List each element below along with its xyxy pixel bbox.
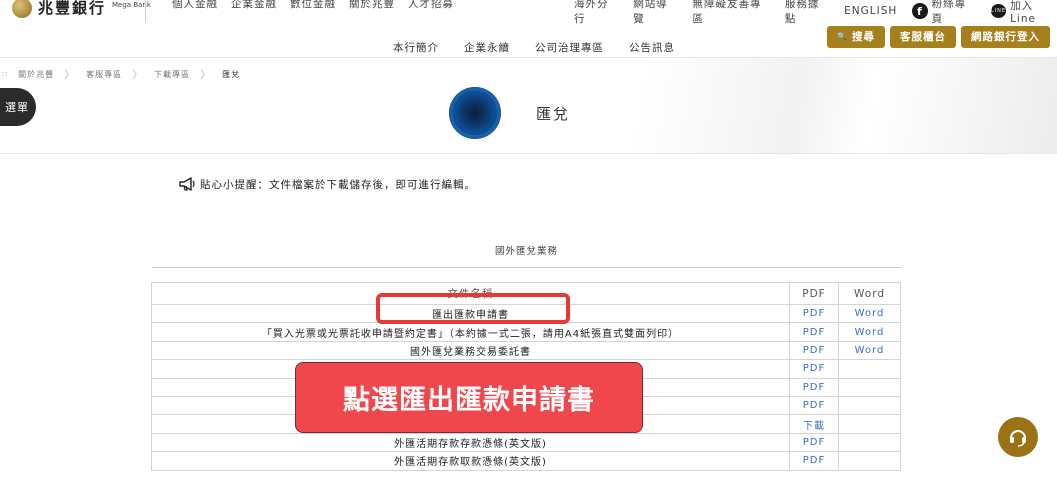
line-label: 加入Line — [1010, 0, 1036, 25]
word-download-link — [838, 414, 901, 434]
netbank-login-button[interactable]: 網路銀行登入 — [961, 26, 1050, 48]
megaphone-icon — [179, 177, 195, 191]
chevron-right-icon: 〉 — [200, 68, 213, 81]
top-nav-left: 個人金融 企業金融 數位金融 關於兆豐 人才招募 — [172, 0, 454, 11]
breadcrumb-current: 匯兌 — [222, 69, 241, 79]
document-name: 外匯活期存款存款憑條(英文版) — [151, 432, 790, 453]
chevron-right-icon: 〉 — [132, 68, 145, 81]
table-row: 外匯活期存款取款憑條(英文版) PDF — [151, 451, 901, 471]
nav-accessibility[interactable]: 無障礙友善專區 — [692, 0, 769, 26]
page-title: 匯兌 — [536, 105, 571, 123]
word-download-link[interactable]: Word — [838, 303, 901, 324]
header-buttons: 🔍 搜尋 客服櫃台 網路銀行登入 — [827, 26, 1050, 48]
word-download-link — [838, 395, 901, 416]
nav-sitemap[interactable]: 網站導覽 — [633, 0, 677, 26]
word-download-link — [838, 451, 901, 471]
pdf-download-link[interactable]: PDF — [789, 377, 839, 397]
word-download-link — [838, 432, 901, 453]
document-name: 外匯活期存款取款憑條(英文版) — [151, 451, 790, 471]
highlight-box — [376, 293, 570, 324]
nav-about[interactable]: 關於兆豐 — [349, 0, 395, 11]
instruction-callout: 點選匯出匯款申請書 — [295, 362, 643, 433]
nav-locations[interactable]: 服務據點 — [785, 0, 829, 26]
column-header-pdf: PDF — [789, 282, 839, 305]
search-icon: 🔍 — [837, 32, 848, 41]
nav-personal[interactable]: 個人金融 — [172, 0, 218, 11]
logo-text: 兆豐銀行 — [38, 0, 107, 17]
pdf-download-link[interactable]: PDF — [789, 303, 839, 324]
search-button[interactable]: 🔍 搜尋 — [827, 26, 885, 48]
headset-icon — [1010, 430, 1026, 447]
nav-digital[interactable]: 數位金融 — [290, 0, 336, 11]
subnav-sustainability[interactable]: 企業永續 — [464, 40, 510, 55]
document-name: 「買入光票或光票託收申請暨約定書」（本約據一式二張，請用A4紙張直式雙面列印） — [151, 322, 790, 342]
word-download-link[interactable]: Word — [838, 340, 901, 361]
pdf-download-link[interactable]: PDF — [789, 432, 839, 453]
nav-corporate[interactable]: 企業金融 — [231, 0, 277, 11]
chevron-right-icon: 〉 — [64, 68, 77, 81]
facebook-link[interactable]: f 粉絲專頁 — [912, 0, 975, 26]
tip-text: 貼心小提醒：文件檔案於下載儲存後，即可進行編輯。 — [200, 178, 476, 191]
customer-service-button[interactable]: 客服櫃台 — [890, 26, 956, 48]
subnav-intro[interactable]: 本行簡介 — [393, 40, 439, 55]
pdf-download-link[interactable]: PDF — [789, 359, 839, 379]
facebook-icon: f — [912, 3, 928, 19]
pdf-download-link[interactable]: PDF — [789, 451, 839, 471]
line-icon: LINE — [990, 4, 1007, 18]
divider — [145, 0, 146, 22]
subnav-announcements[interactable]: 公告訊息 — [629, 40, 675, 55]
table-row: 國外匯兌業務交易委託書 PDF Word — [151, 340, 901, 361]
line-link[interactable]: LINE 加入Line — [990, 0, 1057, 25]
tip-notice: 貼心小提醒：文件檔案於下載儲存後，即可進行編輯。 — [178, 176, 476, 192]
word-download-link — [838, 359, 901, 379]
word-download-link — [838, 377, 901, 397]
table-row: 「買入光票或光票託收申請暨約定書」（本約據一式二張，請用A4紙張直式雙面列印） P… — [151, 322, 901, 342]
top-nav-right: 海外分行 網站導覽 無障礙友善專區 服務據點 ENGLISH f 粉絲專頁 LI… — [574, 0, 1057, 26]
breadcrumb-item[interactable]: 下載專區 — [154, 69, 190, 80]
section-title: 國外匯兌業務 — [152, 243, 901, 268]
subnav-governance[interactable]: 公司治理專區 — [535, 40, 604, 55]
nav-english[interactable]: ENGLISH — [844, 5, 897, 17]
facebook-label: 粉絲專頁 — [931, 0, 967, 25]
nav-overseas[interactable]: 海外分行 — [574, 0, 618, 26]
column-header-word: Word — [838, 282, 901, 305]
hero-icon — [449, 87, 501, 139]
bank-logo[interactable]: 兆豐銀行 Mega Bank — [12, 0, 151, 18]
grip-icon: ∷ — [2, 69, 9, 79]
site-header: 兆豐銀行 Mega Bank 個人金融 企業金融 數位金融 關於兆豐 人才招募 … — [0, 0, 1057, 58]
pdf-download-link[interactable]: 下載 — [789, 414, 839, 434]
sub-nav: 本行簡介 企業永續 公司治理專區 公告訊息 — [393, 40, 675, 55]
chat-support-button[interactable] — [998, 417, 1038, 457]
search-label: 搜尋 — [852, 31, 875, 43]
table-row: 外匯活期存款存款憑條(英文版) PDF — [151, 432, 901, 453]
word-download-link[interactable]: Word — [838, 322, 901, 342]
logo-icon — [12, 0, 32, 18]
pdf-download-link[interactable]: PDF — [789, 322, 839, 342]
breadcrumb-item[interactable]: 客服專區 — [86, 69, 122, 80]
document-name: 國外匯兌業務交易委託書 — [151, 340, 790, 361]
breadcrumb-item[interactable]: 關於兆豐 — [18, 69, 54, 80]
nav-careers[interactable]: 人才招募 — [408, 0, 454, 11]
pdf-download-link[interactable]: PDF — [789, 395, 839, 416]
pdf-download-link[interactable]: PDF — [789, 340, 839, 361]
breadcrumb: ∷ 關於兆豐 〉 客服專區 〉 下載專區 〉 匯兌 — [0, 66, 240, 82]
